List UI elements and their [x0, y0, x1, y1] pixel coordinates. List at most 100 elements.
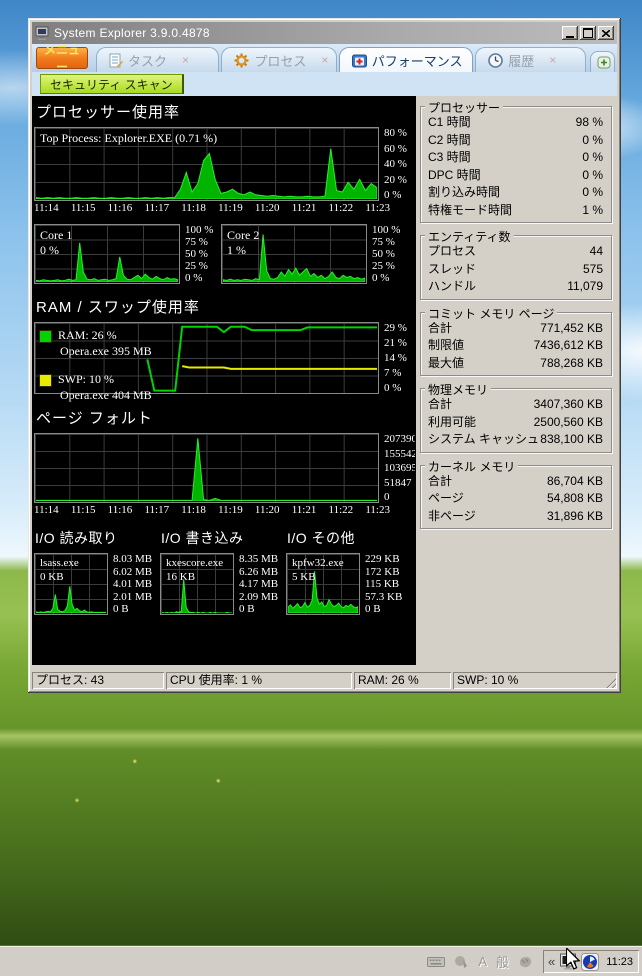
- taskbar-clock[interactable]: 11:23: [606, 956, 633, 968]
- stat-value: 2500,560 KB: [534, 414, 603, 432]
- group-processor: プロセッサー C1 時間98 %C2 時間0 %C3 時間0 %DPC 時間0 …: [420, 106, 612, 223]
- y-tick-label: 207390: [384, 433, 415, 445]
- stat-value: 98 %: [576, 114, 603, 132]
- y-tick-label: 115 KB: [365, 578, 412, 590]
- stat-row: 非ページ31,896 KB: [421, 508, 611, 526]
- io-other-title: I/O その他: [287, 528, 412, 548]
- y-tick-label: 100 %: [185, 224, 221, 236]
- tab-processes[interactable]: プロセス ×: [221, 47, 336, 72]
- legend-entry: SWP: 10 %Opera.exe 404 MB: [39, 372, 152, 403]
- cpu-x-axis: 11:1411:1511:1611:1711:1811:1911:2011:21…: [34, 202, 390, 214]
- io-write-title: I/O 書き込み: [161, 528, 286, 548]
- x-tick-label: 11:15: [71, 504, 96, 516]
- core-charts-row: Core 10 % 100 %75 %50 %25 %0 % Core 21 %…: [34, 224, 416, 284]
- ime-conversion-mode[interactable]: 般: [496, 952, 509, 971]
- stat-value: 0 %: [582, 167, 603, 185]
- ime-mode-letter[interactable]: A: [478, 954, 487, 969]
- tab-bar: メニュー タスク × プロセス × パフォーマンス × 履歴: [32, 44, 617, 72]
- ram-section-title: RAM / スワップ使用率: [36, 296, 416, 317]
- cpu-y-axis: 80 %60 %40 %20 %0 %: [379, 127, 415, 201]
- stat-value: 0 %: [582, 149, 603, 167]
- stat-row: 合計86,704 KB: [421, 473, 611, 491]
- ime-pen-icon[interactable]: [454, 955, 469, 969]
- core2-chart: Core 21 %: [221, 224, 367, 284]
- x-tick-label: 11:20: [255, 504, 280, 516]
- y-tick-label: 100 %: [372, 224, 412, 236]
- group-title: 物理メモリ: [425, 381, 491, 398]
- stat-value: 54,808 KB: [547, 490, 603, 508]
- y-tick-label: 75 %: [372, 236, 412, 248]
- tab-label: パフォーマンス: [372, 51, 463, 70]
- stat-label: スレッド: [428, 261, 476, 279]
- stat-value: 788,268 KB: [540, 355, 603, 373]
- security-scan-button[interactable]: セキュリティ スキャン: [40, 74, 184, 94]
- keyboard-icon[interactable]: [427, 956, 445, 968]
- stat-value: 7436,612 KB: [534, 337, 603, 355]
- x-tick-label: 11:18: [181, 202, 206, 214]
- y-tick-label: 51847: [384, 477, 415, 489]
- core1-y-axis: 100 %75 %50 %25 %0 %: [180, 224, 221, 284]
- io-read-section: I/O 読み取り lsass.exe0 KB 8.03 MB6.02 MB4.0…: [34, 528, 160, 615]
- legend-line1: RAM: 26 %: [58, 328, 152, 344]
- tray-chevron-icon[interactable]: «: [548, 955, 555, 968]
- tab-performance[interactable]: パフォーマンス ×: [339, 47, 473, 72]
- minimize-button[interactable]: [562, 26, 578, 40]
- maximize-button[interactable]: [580, 26, 596, 40]
- stat-label: ハンドル: [428, 278, 476, 296]
- y-tick-label: 20 %: [384, 174, 415, 186]
- stat-value: 3407,360 KB: [534, 396, 603, 414]
- add-tab-button[interactable]: [590, 51, 615, 72]
- y-tick-label: 21 %: [384, 337, 415, 349]
- medkit-icon: [352, 53, 367, 68]
- io-read-chart: lsass.exe0 KB: [34, 553, 108, 615]
- y-tick-label: 60 %: [384, 143, 415, 155]
- io-charts-row: I/O 読み取り lsass.exe0 KB 8.03 MB6.02 MB4.0…: [34, 528, 416, 615]
- plus-icon: [597, 56, 611, 69]
- status-processes: プロセス: 43: [32, 672, 164, 689]
- x-tick-label: 11:16: [108, 202, 133, 214]
- x-tick-label: 11:23: [365, 202, 390, 214]
- cpu-section-title: プロセッサー使用率: [36, 101, 416, 122]
- y-tick-label: 7 %: [384, 367, 415, 379]
- group-title: カーネル メモリ: [425, 458, 518, 475]
- tab-label: タスク: [128, 51, 167, 70]
- y-tick-label: 2.09 MB: [239, 591, 286, 603]
- close-button[interactable]: [598, 26, 614, 40]
- tab-label: 履歴: [508, 51, 534, 70]
- pagefault-plot: [34, 433, 379, 503]
- stat-label: C2 時間: [428, 132, 471, 150]
- stat-label: 利用可能: [428, 414, 476, 432]
- stat-value: 838,100 KB: [540, 431, 603, 449]
- menu-button[interactable]: メニュー: [36, 47, 88, 69]
- y-tick-label: 0 B: [365, 603, 412, 615]
- tab-close-icon[interactable]: ×: [182, 54, 189, 66]
- tab-tasks[interactable]: タスク ×: [96, 47, 219, 72]
- group-physical-memory: 物理メモリ 合計3407,360 KB利用可能2500,560 KBシステム キ…: [420, 388, 612, 453]
- y-tick-label: 103695: [384, 462, 415, 474]
- window-titlebar[interactable]: System Explorer 3.9.0.4878: [32, 22, 617, 44]
- tab-history[interactable]: 履歴 ×: [475, 47, 586, 72]
- stat-value: 771,452 KB: [540, 320, 603, 338]
- x-tick-label: 11:21: [292, 202, 317, 214]
- y-tick-label: 57.3 KB: [365, 591, 412, 603]
- y-tick-label: 14 %: [384, 352, 415, 364]
- window-title: System Explorer 3.9.0.4878: [54, 26, 558, 40]
- firewall-tray-icon[interactable]: [581, 953, 599, 971]
- stat-row: 制限値 7436,612 KB: [421, 337, 611, 355]
- x-tick-label: 11:15: [71, 202, 96, 214]
- stat-label: 制限値: [428, 337, 464, 355]
- group-title: エンティティ数: [425, 228, 514, 245]
- tab-close-icon[interactable]: ×: [321, 54, 328, 66]
- stat-row: C1 時間98 %: [421, 114, 611, 132]
- ime-tool-icon[interactable]: [518, 955, 533, 969]
- status-bar: プロセス: 43 CPU 使用率: 1 % RAM: 26 % SWP: 10 …: [32, 665, 617, 689]
- stat-row: 最大値788,268 KB: [421, 355, 611, 373]
- x-tick-label: 11:20: [255, 202, 280, 214]
- tab-close-icon[interactable]: ×: [549, 54, 556, 66]
- pagefault-x-axis: 11:1411:1511:1611:1711:1811:1911:2011:21…: [34, 504, 390, 516]
- task-icon: [109, 53, 123, 68]
- stat-row: 合計771,452 KB: [421, 320, 611, 338]
- group-title: コミット メモリ ページ: [425, 305, 557, 322]
- x-tick-label: 11:18: [181, 504, 206, 516]
- stat-value: 31,896 KB: [547, 508, 603, 526]
